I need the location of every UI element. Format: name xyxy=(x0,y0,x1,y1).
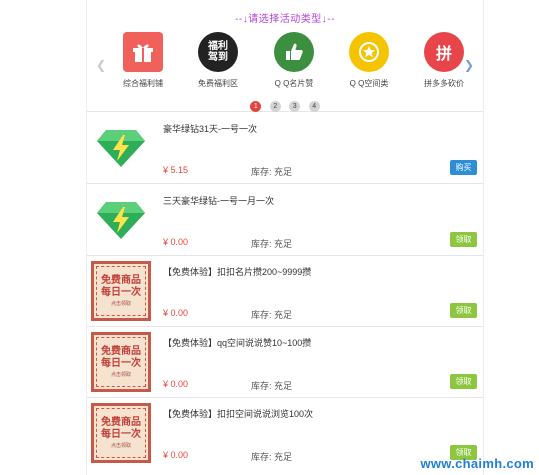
pinduoduo-icon: 拼 xyxy=(424,32,464,72)
stock-value: 充足 xyxy=(274,239,293,249)
pinduoduo-icon-text: 拼 xyxy=(435,44,452,63)
free-card-small: 点击领取 xyxy=(110,443,131,449)
site-watermark: www.chaimh.com xyxy=(420,456,534,471)
stock-value: 充足 xyxy=(274,381,293,391)
stock-value: 充足 xyxy=(274,167,293,177)
page-dot-1[interactable]: 1 xyxy=(250,101,262,112)
product-title: 【免费体验】qq空间说说赞10~100攒 xyxy=(163,338,312,348)
green-diamond-icon xyxy=(90,117,152,179)
category-label: 综合福利铺 xyxy=(123,79,163,88)
stock-label: 库存: xyxy=(251,310,272,320)
page-dot-3[interactable]: 3 xyxy=(289,101,301,112)
product-stock: 库存: 充足 xyxy=(251,237,292,250)
claim-button[interactable]: 领取 xyxy=(450,374,477,389)
product-row[interactable]: 豪华绿钻31天-一号一次 ¥ 5.15 库存: 充足 购买 xyxy=(87,113,483,184)
category-header: --↓请选择活动类型↓-- ❮ ❯ 综合福利铺 福利 驾到 免费福利区 Q Q名… xyxy=(87,0,483,112)
product-title: 三天豪华绿钻-一号一月一次 xyxy=(163,196,274,206)
buy-button[interactable]: 购买 xyxy=(450,160,477,175)
free-welfare-icon-text: 福利 xyxy=(208,41,228,52)
free-card-icon: 免费商品 每日一次 点击领取 xyxy=(90,402,152,464)
page-dot-4[interactable]: 4 xyxy=(308,101,320,112)
category-label: 免费福利区 xyxy=(198,79,238,88)
stock-value: 充足 xyxy=(274,452,293,462)
star-icon xyxy=(349,32,389,72)
free-card-line1: 免费商品 xyxy=(101,417,141,428)
stock-label: 库存: xyxy=(251,452,272,462)
free-welfare-icon: 福利 驾到 xyxy=(198,32,238,72)
product-row[interactable]: 免费商品 每日一次 点击领取 【免费体验】扣扣名片攒200~9999攒 ¥ 0.… xyxy=(87,256,483,327)
category-label: Q Q名片赞 xyxy=(274,79,314,88)
free-card-icon: 免费商品 每日一次 点击领取 xyxy=(90,331,152,393)
category-item-free-welfare[interactable]: 福利 驾到 免费福利区 xyxy=(186,32,250,89)
category-item-gift[interactable]: 综合福利铺 xyxy=(111,32,175,89)
product-title: 【免费体验】扣扣空间说说浏览100次 xyxy=(163,409,314,419)
product-stock: 库存: 充足 xyxy=(251,379,292,392)
free-card-small: 点击领取 xyxy=(110,301,131,307)
thumbs-up-icon xyxy=(274,32,314,72)
product-price: ¥ 0.00 xyxy=(163,450,189,460)
product-stock: 库存: 充足 xyxy=(251,450,292,463)
claim-button[interactable]: 领取 xyxy=(450,232,477,247)
free-welfare-icon-text2: 驾到 xyxy=(208,52,228,63)
free-card-icon: 免费商品 每日一次 点击领取 xyxy=(90,260,152,322)
product-row[interactable]: 三天豪华绿钻-一号一月一次 ¥ 0.00 库存: 充足 领取 xyxy=(87,185,483,256)
green-diamond-icon xyxy=(90,189,152,251)
product-price: ¥ 5.15 xyxy=(163,165,189,175)
free-card-line2: 每日一次 xyxy=(101,287,141,298)
page-dot-2[interactable]: 2 xyxy=(269,101,281,112)
product-row[interactable]: 免费商品 每日一次 点击领取 【免费体验】qq空间说说赞10~100攒 ¥ 0.… xyxy=(87,327,483,398)
product-title: 【免费体验】扣扣名片攒200~9999攒 xyxy=(163,267,312,277)
page: --↓请选择活动类型↓-- ❮ ❯ 综合福利铺 福利 驾到 免费福利区 Q Q名… xyxy=(0,0,539,475)
product-title: 豪华绿钻31天-一号一次 xyxy=(163,124,258,134)
free-card-line2: 每日一次 xyxy=(101,358,141,369)
stock-label: 库存: xyxy=(251,239,272,249)
product-stock: 库存: 充足 xyxy=(251,308,292,321)
category-label: 拼多多砍价 xyxy=(424,79,464,88)
free-card-line2: 每日一次 xyxy=(101,429,141,440)
gift-icon xyxy=(123,32,163,72)
free-card-small: 点击领取 xyxy=(110,372,131,378)
stock-label: 库存: xyxy=(251,381,272,391)
product-price: ¥ 0.00 xyxy=(163,308,189,318)
category-prompt: --↓请选择活动类型↓-- xyxy=(235,14,335,25)
claim-button[interactable]: 领取 xyxy=(450,303,477,318)
shop-panel: --↓请选择活动类型↓-- ❮ ❯ 综合福利铺 福利 驾到 免费福利区 Q Q名… xyxy=(86,0,484,475)
free-card-image: 免费商品 每日一次 点击领取 xyxy=(91,332,151,392)
category-item-pinduoduo[interactable]: 拼 拼多多砍价 xyxy=(412,32,476,89)
chevron-left-icon[interactable]: ❮ xyxy=(96,58,106,72)
free-card-line1: 免费商品 xyxy=(101,346,141,357)
stock-label: 库存: xyxy=(251,167,272,177)
stock-value: 充足 xyxy=(274,310,293,320)
free-card-image: 免费商品 每日一次 点击领取 xyxy=(91,403,151,463)
category-pager: 1 2 3 4 xyxy=(87,95,483,113)
product-stock: 库存: 充足 xyxy=(251,165,292,178)
category-item-qq-space[interactable]: Q Q空间类 xyxy=(337,32,401,89)
category-label: Q Q空间类 xyxy=(349,79,389,88)
category-item-qq-card-like[interactable]: Q Q名片赞 xyxy=(262,32,326,89)
free-card-line1: 免费商品 xyxy=(101,275,141,286)
product-price: ¥ 0.00 xyxy=(163,379,189,389)
free-card-image: 免费商品 每日一次 点击领取 xyxy=(91,261,151,321)
product-price: ¥ 0.00 xyxy=(163,237,189,247)
